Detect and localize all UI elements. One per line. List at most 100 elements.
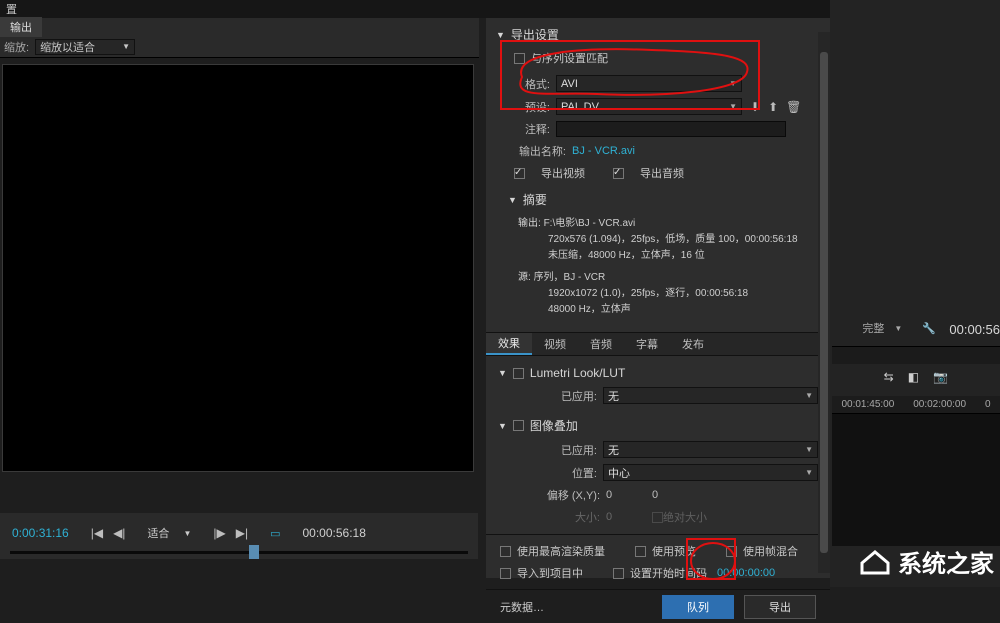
abs-size-label: 绝对大小 — [663, 509, 707, 525]
first-frame-icon[interactable]: |◀ — [91, 526, 103, 540]
program-fit[interactable]: 完整 ▼ 🔧 — [862, 320, 936, 336]
link-icon[interactable]: ⇆ — [884, 370, 894, 384]
chevron-down-icon: ▼ — [183, 529, 191, 538]
overlay-checkbox[interactable] — [513, 420, 524, 431]
preview-panel: 输出 缩放: 缩放以适合 ▼ — [0, 18, 479, 472]
match-sequence-label: 与序列设置匹配 — [531, 50, 608, 66]
disclosure-icon: ▼ — [498, 368, 507, 378]
match-sequence-checkbox[interactable] — [514, 53, 525, 64]
max-quality-label: 使用最高渲染质量 — [517, 543, 605, 559]
lumetri-applied-select[interactable]: 无 ▼ — [603, 387, 818, 404]
export-button[interactable]: 导出 — [744, 595, 816, 619]
snapshot-icon[interactable]: 📷 — [933, 370, 948, 384]
preset-value: PAL DV — [561, 101, 599, 113]
use-preview-checkbox[interactable] — [635, 546, 646, 557]
slider-track — [10, 551, 468, 554]
output-name-link[interactable]: BJ - VCR.avi — [572, 145, 635, 157]
tab-output[interactable]: 输出 — [0, 17, 42, 37]
timecode-in[interactable]: 0:00:31:16 — [12, 526, 69, 540]
import-preset-icon[interactable]: ⬆ — [768, 100, 778, 114]
marker-icon[interactable]: ◧ — [908, 370, 919, 384]
frame-blend-checkbox[interactable] — [726, 546, 737, 557]
export-settings-panel: ▼ 导出设置 与序列设置匹配 格式: AVI ▼ 预设: PAL DV ▼ — [486, 18, 830, 578]
format-select[interactable]: AVI ▼ — [556, 75, 742, 92]
summary-out-path: F:\电影\BJ - VCR.avi — [544, 218, 636, 229]
abs-size-checkbox — [652, 512, 663, 523]
left-tabs: 输出 — [0, 18, 479, 36]
scrollbar-thumb[interactable] — [820, 52, 828, 553]
timeline-ruler[interactable]: 00:01:45:00 00:02:00:00 0 — [832, 396, 1000, 414]
start-tc-checkbox[interactable] — [613, 568, 624, 579]
timeline-area[interactable]: 00:01:45:00 00:02:00:00 0 — [832, 396, 1000, 546]
timecode-duration[interactable]: 00:00:56:18 — [302, 526, 365, 540]
size-value: 0 — [606, 511, 652, 523]
last-frame-icon[interactable]: ▶| — [236, 526, 248, 540]
start-tc-label: 设置开始时间码 — [630, 565, 707, 581]
format-label: 格式: — [514, 76, 556, 92]
chevron-down-icon: ▼ — [805, 445, 813, 454]
bottom-buttons: 元数据… 队列 导出 — [486, 589, 830, 623]
disclosure-icon: ▼ — [498, 421, 507, 431]
lumetri-checkbox[interactable] — [513, 368, 524, 379]
delete-preset-icon[interactable]: 🗑 — [786, 100, 801, 114]
chevron-down-icon: ▼ — [805, 468, 813, 477]
tab-video[interactable]: 视频 — [532, 333, 578, 355]
render-options: 使用最高渲染质量 使用预览 使用帧混合 导入到项目中 设置开始时间码00:00:… — [486, 534, 830, 589]
tab-publish[interactable]: 发布 — [670, 333, 716, 355]
scale-label: 缩放: — [4, 39, 29, 55]
export-video-checkbox[interactable] — [514, 168, 525, 179]
tab-effect[interactable]: 效果 — [486, 333, 532, 355]
summary-out-line3: 未压缩，48000 Hz，立体声，16 位 — [518, 248, 820, 264]
export-audio-checkbox[interactable] — [613, 168, 624, 179]
summary-out-line2: 720x576 (1.094)，25fps，低场，质量 100，00:00:56… — [518, 232, 820, 248]
section-overlay[interactable]: ▼ 图像叠加 — [498, 413, 818, 438]
summary-src-line3: 48000 Hz，立体声 — [518, 302, 820, 318]
comment-input[interactable] — [556, 121, 786, 137]
step-fwd-icon[interactable]: |▶ — [213, 526, 225, 540]
overlay-position-select[interactable]: 中心 ▼ — [603, 464, 818, 481]
section-summary[interactable]: ▼ 摘要 — [496, 187, 820, 212]
preset-select[interactable]: PAL DV ▼ — [556, 98, 742, 115]
aspect-icon[interactable]: ▭ — [270, 527, 280, 540]
queue-button[interactable]: 队列 — [662, 595, 734, 619]
start-tc-value[interactable]: 00:00:00:00 — [717, 567, 775, 579]
program-fit-label: 完整 — [862, 320, 884, 336]
tab-audio[interactable]: 音频 — [578, 333, 624, 355]
tab-caption[interactable]: 字幕 — [624, 333, 670, 355]
overlay-position-label: 位置: — [516, 465, 603, 481]
section-lumetri[interactable]: ▼ Lumetri Look/LUT — [498, 362, 818, 384]
watermark: 系统之家 — [858, 544, 994, 579]
chevron-down-icon: ▼ — [805, 391, 813, 400]
overlay-applied-value: 无 — [608, 442, 619, 458]
offset-x[interactable]: 0 — [606, 489, 652, 501]
program-ruler[interactable] — [832, 346, 1000, 364]
chevron-down-icon: ▼ — [729, 79, 737, 88]
comment-label: 注释: — [514, 121, 556, 137]
import-proj-label: 导入到项目中 — [517, 565, 583, 581]
overlay-applied-select[interactable]: 无 ▼ — [603, 441, 818, 458]
transport-controls-right: |▶ ▶| — [213, 526, 248, 540]
slider-thumb[interactable] — [249, 545, 259, 559]
disclosure-icon: ▼ — [496, 30, 505, 40]
overlay-position-value: 中心 — [608, 465, 630, 481]
max-quality-checkbox[interactable] — [500, 546, 511, 557]
playhead-slider[interactable] — [10, 545, 468, 559]
step-back-icon[interactable]: ◀| — [113, 526, 125, 540]
save-preset-icon[interactable]: ⬇ — [750, 100, 760, 114]
ruler-tick: 0 — [985, 399, 991, 410]
section-title: 导出设置 — [511, 26, 559, 43]
fit-label[interactable]: 适合 — [147, 525, 169, 541]
wrench-icon[interactable]: 🔧 — [922, 322, 936, 335]
scrollbar[interactable] — [818, 32, 830, 573]
export-audio-label: 导出音频 — [640, 165, 684, 181]
chevron-down-icon: ▼ — [729, 102, 737, 111]
format-value: AVI — [561, 78, 578, 90]
lumetri-applied-label: 已应用: — [516, 388, 603, 404]
scale-select[interactable]: 缩放以适合 ▼ — [35, 39, 135, 55]
import-proj-checkbox[interactable] — [500, 568, 511, 579]
offset-y[interactable]: 0 — [652, 489, 698, 501]
section-export-settings[interactable]: ▼ 导出设置 — [496, 22, 820, 47]
ruler-tick: 00:01:45:00 — [841, 399, 894, 410]
outname-label: 输出名称: — [514, 143, 572, 159]
metadata-button[interactable]: 元数据… — [500, 599, 544, 615]
